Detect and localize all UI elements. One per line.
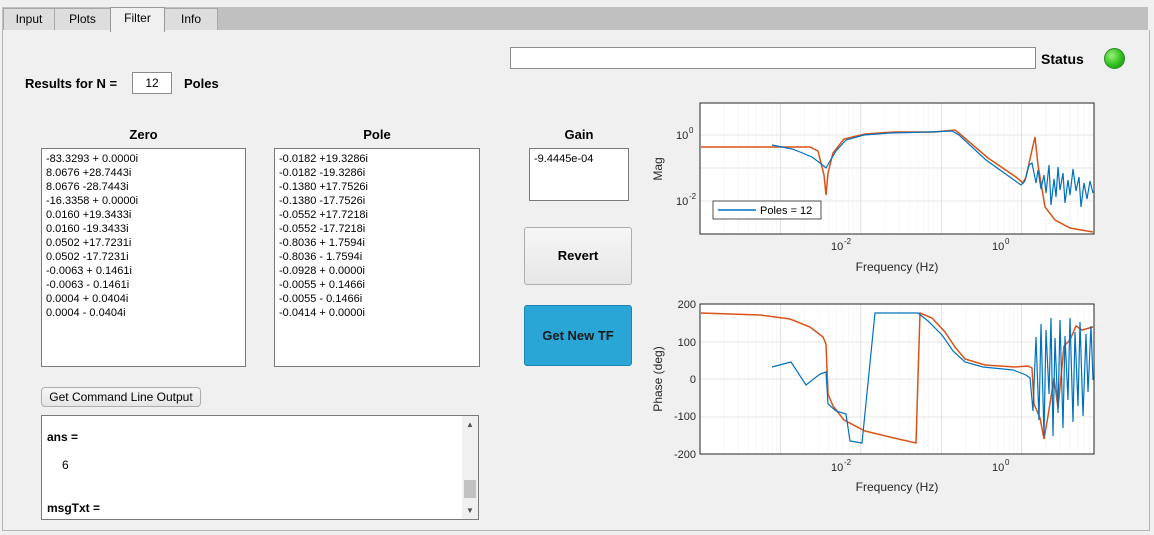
phase-xtick-label: 10 <box>992 462 1004 474</box>
mag-xlabel: Frequency (Hz) <box>856 260 939 274</box>
phase-ytick-label: 200 <box>678 299 696 311</box>
tab-bar: Input Plots Filter Info <box>2 7 1148 32</box>
list-item[interactable]: -0.8036 - 1.7594i <box>279 250 475 264</box>
phase-plot[interactable]: 200 100 0 -100 -200 10 -2 10 0 Frequency… <box>640 296 1110 501</box>
list-item[interactable]: -0.0414 + 0.0000i <box>279 306 475 320</box>
pole-header: Pole <box>363 127 391 142</box>
list-item[interactable]: -0.8036 + 1.7594i <box>279 236 475 250</box>
list-item[interactable]: -83.3293 + 0.0000i <box>46 152 241 166</box>
tab-filter[interactable]: Filter <box>110 7 165 32</box>
console-line: msgTxt = <box>47 501 101 515</box>
list-item[interactable]: -0.0182 -19.3286i <box>279 166 475 180</box>
list-item[interactable]: -0.1380 +17.7526i <box>279 180 475 194</box>
tab-info[interactable]: Info <box>164 8 218 30</box>
pole-listbox[interactable]: -0.0182 +19.3286i -0.0182 -19.3286i -0.1… <box>274 148 480 367</box>
mag-xtick-label: 10 <box>992 241 1004 253</box>
gain-value[interactable]: -9.4445e-04 <box>534 152 624 166</box>
gain-listbox[interactable]: -9.4445e-04 <box>529 148 629 201</box>
command-output-textarea[interactable]: ans = 6 msgTxt = ▲ ▼ <box>41 415 479 520</box>
phase-xtick-label: 0 <box>1005 458 1010 467</box>
list-item[interactable]: -0.0063 + 0.1461i <box>46 264 241 278</box>
mag-ytick-label: 0 <box>689 126 694 135</box>
scroll-down-icon[interactable]: ▼ <box>462 504 478 518</box>
scroll-thumb[interactable] <box>464 480 476 498</box>
zero-header: Zero <box>129 127 158 142</box>
mag-ytick-label: 10 <box>676 130 688 142</box>
mag-xtick-label: -2 <box>844 237 852 246</box>
scroll-up-icon[interactable]: ▲ <box>462 418 478 432</box>
poles-label: Poles <box>184 76 219 91</box>
list-item[interactable]: 0.0502 -17.7231i <box>46 250 241 264</box>
mag-legend-label: Poles = 12 <box>760 205 812 217</box>
list-item[interactable]: -0.0552 -17.7218i <box>279 222 475 236</box>
phase-xtick-label: -2 <box>844 458 852 467</box>
status-field[interactable] <box>510 47 1036 69</box>
phase-xtick-label: 10 <box>831 462 843 474</box>
list-item[interactable]: 8.0676 -28.7443i <box>46 180 241 194</box>
list-item[interactable]: -16.3358 + 0.0000i <box>46 194 241 208</box>
results-label: Results for N = <box>25 76 118 91</box>
list-item[interactable]: -0.0928 + 0.0000i <box>279 264 475 278</box>
mag-legend: Poles = 12 <box>712 200 822 220</box>
zero-listbox[interactable]: -83.3293 + 0.0000i 8.0676 +28.7443i 8.06… <box>41 148 246 367</box>
list-item[interactable]: 0.0160 -19.3433i <box>46 222 241 236</box>
magnitude-plot[interactable]: Poles = 12 10 0 10 -2 10 -2 10 0 Frequen… <box>640 95 1110 285</box>
list-item[interactable]: -0.0063 - 0.1461i <box>46 278 241 292</box>
list-item[interactable]: 0.0160 +19.3433i <box>46 208 241 222</box>
mag-xtick-label: 10 <box>831 241 843 253</box>
mag-ylabel: Mag <box>651 157 665 180</box>
list-item[interactable]: -0.0055 + 0.1466i <box>279 278 475 292</box>
get-new-tf-button[interactable]: Get New TF <box>524 305 632 366</box>
status-lamp <box>1104 48 1125 69</box>
list-item[interactable]: 8.0676 +28.7443i <box>46 166 241 180</box>
phase-ytick-label: 0 <box>690 374 696 386</box>
tab-input[interactable]: Input <box>3 8 55 30</box>
mag-ytick-label: 10 <box>676 196 688 208</box>
phase-ytick-label: -100 <box>674 411 696 423</box>
console-line: ans = <box>47 430 79 444</box>
list-item[interactable]: -0.0552 +17.7218i <box>279 208 475 222</box>
list-item[interactable]: -0.0055 - 0.1466i <box>279 292 475 306</box>
status-label: Status <box>1041 51 1084 67</box>
get-command-line-output-button[interactable]: Get Command Line Output <box>41 387 201 407</box>
revert-button[interactable]: Revert <box>524 227 632 285</box>
list-item[interactable]: -0.0182 +19.3286i <box>279 152 475 166</box>
list-item[interactable]: 0.0004 + 0.0404i <box>46 292 241 306</box>
list-item[interactable]: 0.0502 +17.7231i <box>46 236 241 250</box>
list-item[interactable]: -0.1380 -17.7526i <box>279 194 475 208</box>
mag-xtick-label: 0 <box>1005 237 1010 246</box>
console-scrollbar[interactable]: ▲ ▼ <box>462 416 478 519</box>
phase-ylabel: Phase (deg) <box>651 346 665 411</box>
list-item[interactable]: 0.0004 - 0.0404i <box>46 306 241 320</box>
mag-ytick-label: -2 <box>689 192 697 201</box>
n-poles-field[interactable]: 12 <box>132 72 172 94</box>
gain-header: Gain <box>564 127 594 142</box>
phase-ytick-label: 100 <box>678 337 696 349</box>
phase-xlabel: Frequency (Hz) <box>856 480 939 494</box>
console-line: 6 <box>62 458 69 472</box>
phase-ytick-label: -200 <box>674 449 696 461</box>
tab-plots[interactable]: Plots <box>54 8 111 30</box>
